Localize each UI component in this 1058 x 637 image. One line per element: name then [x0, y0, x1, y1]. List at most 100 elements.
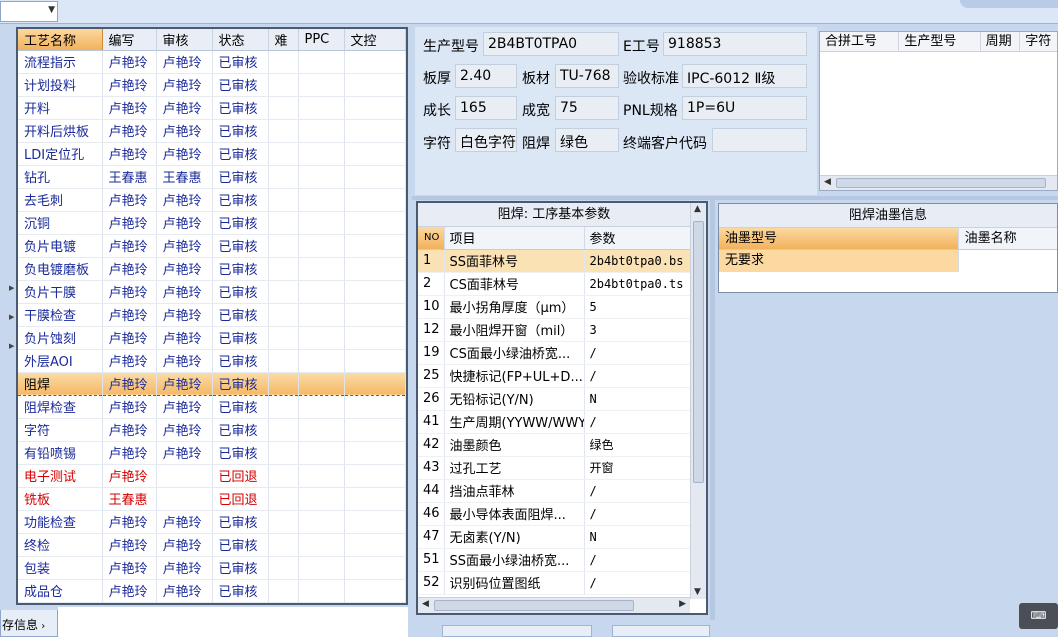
cell-status[interactable]: 已审核 — [212, 326, 269, 350]
cell-status[interactable]: 已审核 — [212, 142, 269, 166]
cell-name[interactable]: 钻孔 — [18, 165, 103, 189]
cell-name[interactable]: 功能检查 — [18, 510, 103, 534]
cell-empty[interactable] — [298, 303, 345, 327]
cell-empty[interactable] — [268, 533, 299, 557]
cell-status[interactable]: 已审核 — [212, 579, 269, 603]
horizontal-splitter[interactable] — [412, 196, 1058, 200]
table-row[interactable]: 47 无卤素(Y/N) N — [418, 525, 691, 549]
cell-empty[interactable] — [298, 464, 345, 488]
cell-status[interactable]: 已审核 — [212, 395, 269, 419]
cell-empty[interactable] — [344, 96, 406, 120]
cell-empty[interactable] — [344, 142, 406, 166]
cell-status[interactable]: 已审核 — [212, 257, 269, 281]
cell-name[interactable]: 负片干膜 — [18, 280, 103, 304]
cell-status[interactable]: 已回退 — [212, 464, 269, 488]
param-no-cell[interactable]: 52 — [418, 571, 445, 595]
scroll-thumb[interactable] — [693, 221, 704, 483]
cell-empty[interactable] — [344, 464, 406, 488]
cell-reviewer[interactable]: 卢艳玲 — [156, 211, 213, 235]
cell-empty[interactable] — [298, 211, 345, 235]
param-item-cell[interactable]: 最小阻焊开窗（mil） — [444, 318, 585, 342]
param-item-cell[interactable]: CS面菲林号 — [444, 272, 585, 296]
table-row[interactable]: 51 SS面最小绿油桥宽... / — [418, 548, 691, 572]
cell-name[interactable]: 负片电镀 — [18, 234, 103, 258]
cell-status[interactable]: 已审核 — [212, 418, 269, 442]
cell-empty[interactable] — [298, 234, 345, 258]
cell-name[interactable]: 流程指示 — [18, 50, 103, 74]
table-row[interactable]: 电子测试 卢艳玲 已回退 — [18, 464, 406, 488]
tab-info[interactable]: 存信息 › — [0, 610, 58, 637]
table-row[interactable]: 44 挡油点菲林 / — [418, 479, 691, 503]
param-item-cell[interactable]: 最小导体表面阻焊... — [444, 502, 585, 526]
expand-arrow-icon[interactable]: ▶ — [9, 342, 14, 350]
cell-empty[interactable] — [268, 510, 299, 534]
cell-empty[interactable] — [268, 73, 299, 97]
cell-writer[interactable]: 卢艳玲 — [102, 303, 157, 327]
customer-field[interactable] — [712, 128, 807, 152]
table-row[interactable]: 开料 卢艳玲 卢艳玲 已审核 — [18, 96, 406, 120]
cell-empty[interactable] — [344, 280, 406, 304]
scroll-left-icon[interactable]: ◀ — [824, 177, 831, 187]
cell-status[interactable]: 已回退 — [212, 487, 269, 511]
cell-name[interactable]: LDI定位孔 — [18, 142, 103, 166]
cell-empty[interactable] — [268, 234, 299, 258]
column-header[interactable]: 项目 — [444, 227, 585, 250]
model-field[interactable]: 2B4BT0TPA0 — [483, 32, 619, 56]
cell-writer[interactable]: 卢艳玲 — [102, 371, 157, 396]
ink-name-cell[interactable] — [958, 250, 1057, 272]
cell-status[interactable]: 已审核 — [212, 510, 269, 534]
cell-status[interactable]: 已审核 — [212, 50, 269, 74]
param-value-cell[interactable]: 2b4bt0tpa0.bs — [584, 249, 691, 273]
horizontal-scrollbar[interactable]: ◀ — [820, 175, 1057, 190]
cell-status[interactable]: 已审核 — [212, 96, 269, 120]
cell-empty[interactable] — [268, 303, 299, 327]
cell-empty[interactable] — [268, 96, 299, 120]
scroll-thumb[interactable] — [836, 178, 1046, 188]
cell-reviewer[interactable]: 王春惠 — [156, 165, 213, 189]
cell-name[interactable]: 沉铜 — [18, 211, 103, 235]
cell-writer[interactable]: 王春惠 — [102, 165, 157, 189]
expand-arrow-icon[interactable]: ▶ — [9, 284, 14, 292]
cell-writer[interactable]: 卢艳玲 — [102, 464, 157, 488]
cell-empty[interactable] — [344, 349, 406, 373]
cell-writer[interactable]: 卢艳玲 — [102, 96, 157, 120]
cell-writer[interactable]: 卢艳玲 — [102, 533, 157, 557]
param-item-cell[interactable]: SS面最小绿油桥宽... — [444, 548, 585, 572]
scroll-left-icon[interactable]: ◀ — [422, 599, 429, 609]
e-no-field[interactable]: 918853 — [663, 32, 807, 56]
cell-empty[interactable] — [344, 211, 406, 235]
cell-empty[interactable] — [344, 371, 406, 396]
cell-empty[interactable] — [268, 211, 299, 235]
standard-field[interactable]: IPC-6012 Ⅱ级 — [682, 64, 807, 88]
cell-empty[interactable] — [344, 50, 406, 74]
cell-empty[interactable] — [344, 441, 406, 465]
table-row[interactable]: 10 最小拐角厚度（μm） 5 — [418, 295, 691, 319]
cell-empty[interactable] — [344, 119, 406, 143]
pnl-field[interactable]: 1P=6U — [682, 96, 807, 120]
param-value-cell[interactable]: 2b4bt0tpa0.ts — [584, 272, 691, 296]
scroll-right-icon[interactable]: ▶ — [679, 599, 686, 609]
cell-status[interactable]: 已审核 — [212, 211, 269, 235]
cell-name[interactable]: 电子测试 — [18, 464, 103, 488]
cell-empty[interactable] — [298, 50, 345, 74]
param-item-cell[interactable]: 最小拐角厚度（μm） — [444, 295, 585, 319]
column-header[interactable]: 文控 — [344, 29, 406, 51]
vertical-scrollbar[interactable]: ▲ ▼ — [690, 203, 706, 599]
column-header[interactable]: 难 — [268, 29, 299, 51]
cell-empty[interactable] — [344, 487, 406, 511]
cell-status[interactable]: 已审核 — [212, 165, 269, 189]
cell-empty[interactable] — [268, 142, 299, 166]
column-header[interactable]: 编写 — [102, 29, 157, 51]
cell-reviewer[interactable]: 卢艳玲 — [156, 441, 213, 465]
cell-reviewer[interactable]: 卢艳玲 — [156, 234, 213, 258]
cell-reviewer[interactable] — [156, 487, 213, 511]
cell-writer[interactable]: 卢艳玲 — [102, 119, 157, 143]
cell-empty[interactable] — [298, 556, 345, 580]
table-row[interactable]: 负片干膜 卢艳玲 卢艳玲 已审核 — [18, 280, 406, 304]
cell-empty[interactable] — [268, 395, 299, 419]
scroll-up-icon[interactable]: ▲ — [694, 204, 701, 214]
param-value-cell[interactable]: 绿色 — [584, 433, 691, 457]
param-no-cell[interactable]: 1 — [418, 249, 445, 273]
cell-empty[interactable] — [298, 165, 345, 189]
cell-name[interactable]: 铣板 — [18, 487, 103, 511]
